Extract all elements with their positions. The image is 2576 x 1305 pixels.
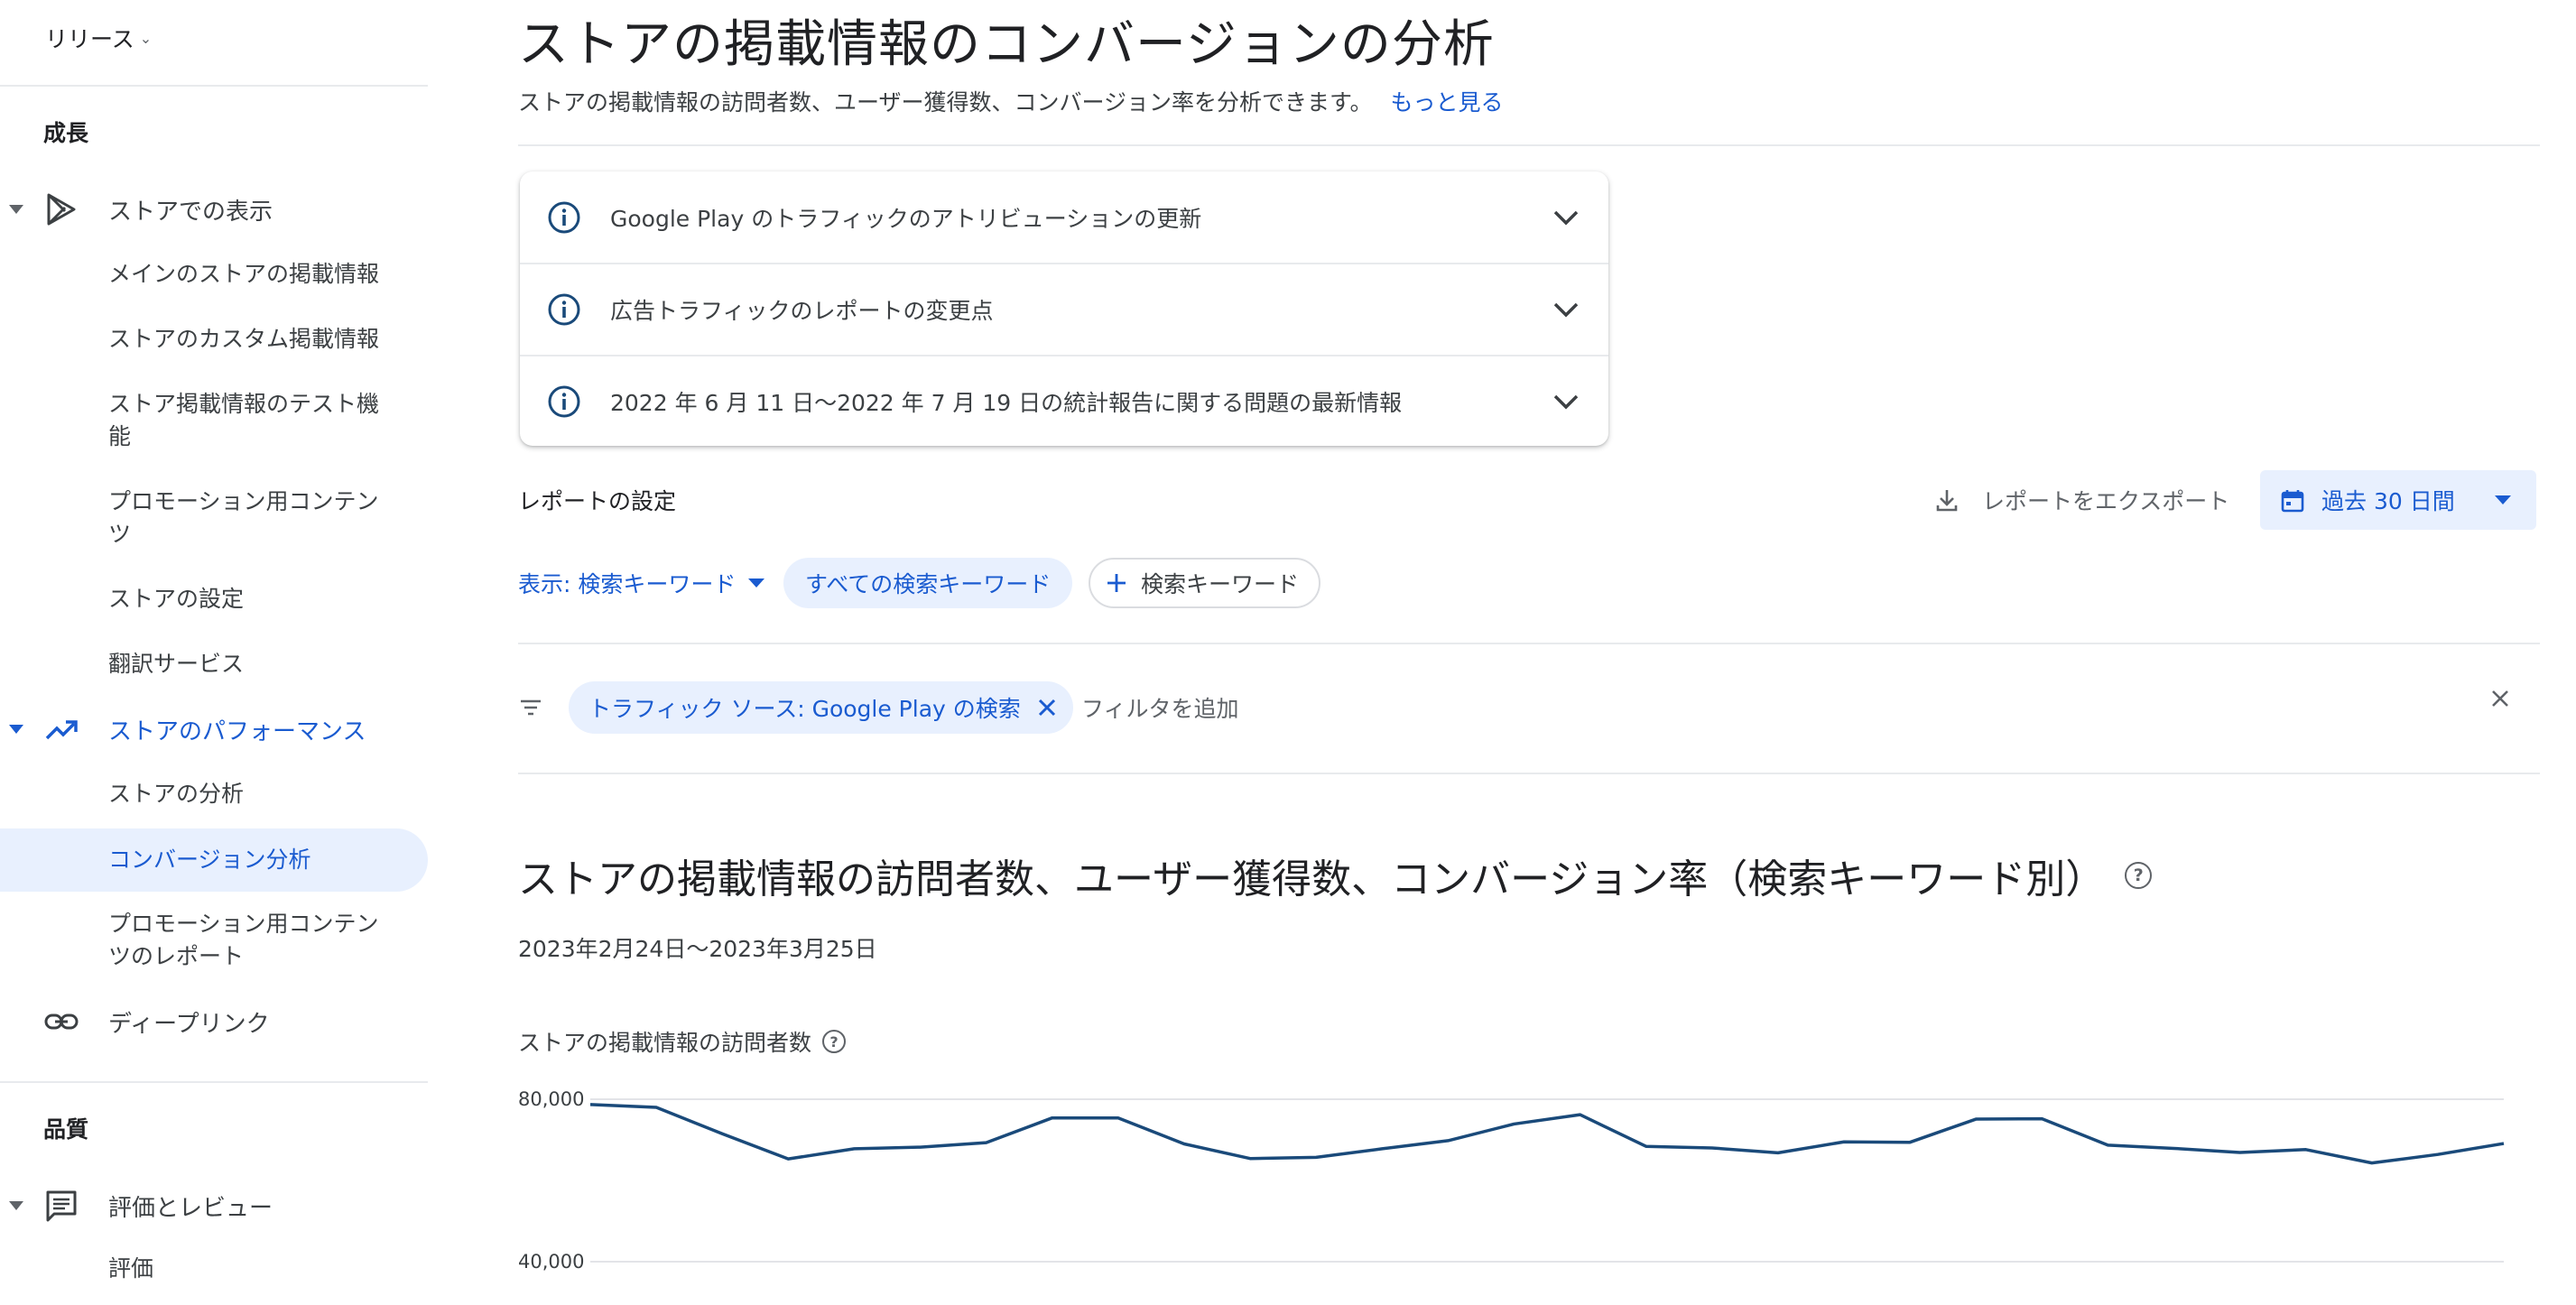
caret-down-icon — [9, 205, 23, 214]
divider — [0, 1081, 428, 1083]
notice-text: 2022 年 6 月 11 日〜2022 年 7 月 19 日の統計報告に関する… — [610, 385, 1402, 418]
chart-title: ストアの掲載情報の訪問者数 ? — [518, 1025, 846, 1058]
sidebar-item-store-performance[interactable]: ストアのパフォーマンス — [0, 700, 428, 758]
divider — [518, 773, 2540, 774]
sidebar-item-store-analysis[interactable]: ストアの分析 — [0, 778, 428, 810]
sidebar-item-listing-experiments[interactable]: ストア掲載情報のテスト機能 — [0, 388, 428, 453]
dropdown-arrow-icon — [2495, 495, 2511, 504]
sidebar-item-custom-listing[interactable]: ストアのカスタム掲載情報 — [0, 323, 428, 356]
chevron-down-icon — [1551, 202, 1581, 233]
section-title-text: ストアの掲載情報の訪問者数、ユーザー獲得数、コンバージョン率（検索キーワード別） — [518, 847, 2105, 904]
link-icon — [43, 1004, 79, 1040]
chevron-down-icon — [1551, 294, 1581, 325]
close-icon[interactable] — [1037, 698, 1057, 717]
notices-panel: Google Play のトラフィックのアトリビューションの更新 広告トラフィッ… — [520, 171, 1608, 446]
section-date-range: 2023年2月24日〜2023年3月25日 — [518, 931, 877, 964]
all-keywords-chip[interactable]: すべての検索キーワード — [783, 558, 1072, 608]
sidebar-item-main-listing[interactable]: メインのストアの掲載情報 — [0, 258, 428, 291]
filter-icon — [518, 695, 543, 720]
filter-chip-label: トラフィック ソース: Google Play の検索 — [588, 691, 1021, 724]
learn-more-link[interactable]: もっと見る — [1391, 89, 1504, 116]
dropdown-arrow-icon — [748, 578, 764, 588]
notice-text: 広告トラフィックのレポートの変更点 — [610, 293, 994, 326]
help-icon[interactable]: ? — [2125, 862, 2152, 889]
sidebar-item-label: ストアのパフォーマンス — [108, 713, 366, 746]
sidebar-item-deep-links[interactable]: ディープリンク — [0, 993, 428, 1050]
sidebar: リリース ⌄ 成長 ストアでの表示 メインのストアの掲載情報 ストアのカスタム掲… — [0, 0, 428, 1301]
sidebar-item-translation[interactable]: 翻訳サービス — [0, 648, 428, 680]
sidebar-item-store-settings[interactable]: ストアの設定 — [0, 583, 428, 615]
view-by-label: 表示: 検索キーワード — [518, 567, 736, 599]
y-tick-label: 40,000 — [518, 1251, 584, 1273]
release-menu[interactable]: リリース ⌄ — [45, 22, 152, 54]
series-line — [590, 1105, 2504, 1163]
trending-up-icon — [43, 711, 79, 747]
add-keyword-chip[interactable]: 検索キーワード — [1089, 558, 1320, 608]
date-range-label: 過去 30 日間 — [2321, 484, 2455, 516]
download-icon — [1935, 487, 1959, 513]
review-icon — [43, 1188, 79, 1224]
sidebar-item-label: 評価とレビュー — [108, 1189, 273, 1223]
notice-stats-issue[interactable]: 2022 年 6 月 11 日〜2022 年 7 月 19 日の統計報告に関する… — [520, 356, 1608, 446]
play-icon — [43, 191, 79, 227]
help-icon[interactable]: ? — [822, 1030, 846, 1053]
sidebar-item-ratings-reviews[interactable]: 評価とレビュー — [0, 1177, 428, 1235]
divider — [0, 85, 428, 87]
sidebar-item-promo-content[interactable]: プロモーション用コンテンツ — [0, 486, 428, 551]
page-title: ストアの掲載情報のコンバージョンの分析 — [518, 4, 1495, 77]
divider — [518, 144, 2540, 146]
calendar-icon — [2280, 488, 2305, 514]
growth-heading: 成長 — [43, 116, 88, 148]
report-settings-title: レポートの設定 — [518, 484, 676, 516]
page-subtitle: ストアの掲載情報の訪問者数、ユーザー獲得数、コンバージョン率を分析できます。もっ… — [518, 85, 1504, 117]
quality-heading: 品質 — [43, 1112, 88, 1144]
release-label: リリース — [45, 22, 134, 54]
view-by-dropdown[interactable]: 表示: 検索キーワード — [518, 567, 764, 599]
date-range-selector[interactable]: 過去 30 日間 — [2260, 470, 2536, 530]
sidebar-item-label: ストアでの表示 — [108, 193, 273, 227]
traffic-source-filter-chip[interactable]: トラフィック ソース: Google Play の検索 — [569, 681, 1073, 734]
caret-down-icon — [9, 725, 23, 734]
section-title: ストアの掲載情報の訪問者数、ユーザー獲得数、コンバージョン率（検索キーワード別）… — [518, 847, 2152, 904]
main-content: ストアの掲載情報のコンバージョンの分析 ストアの掲載情報の訪問者数、ユーザー獲得… — [518, 0, 2540, 1301]
chevron-down-icon — [1551, 386, 1581, 417]
info-icon — [547, 200, 581, 235]
caret-down-icon — [9, 1201, 23, 1210]
notice-text: Google Play のトラフィックのアトリビューションの更新 — [610, 201, 1201, 234]
clear-filters-icon[interactable] — [2489, 688, 2511, 709]
y-tick-label: 80,000 — [518, 1088, 584, 1110]
sidebar-item-promo-report[interactable]: プロモーション用コンテンツのレポート — [0, 908, 428, 973]
export-label: レポートをエクスポート — [1982, 484, 2229, 516]
notice-traffic-attribution[interactable]: Google Play のトラフィックのアトリビューションの更新 — [520, 171, 1608, 263]
add-filter-input[interactable]: フィルタを追加 — [1081, 691, 1239, 724]
sidebar-item-store-presence[interactable]: ストアでの表示 — [0, 180, 428, 238]
sidebar-item-conversion-analysis[interactable]: コンバージョン分析 — [0, 828, 428, 892]
line-chart: 80,000 40,000 — [518, 1074, 2540, 1301]
notice-ad-traffic[interactable]: 広告トラフィックのレポートの変更点 — [520, 264, 1608, 355]
sidebar-item-label: ディープリンク — [108, 1005, 270, 1039]
plus-icon — [1105, 571, 1128, 595]
divider — [518, 643, 2540, 644]
sidebar-item-ratings[interactable]: 評価 — [0, 1253, 428, 1285]
info-icon — [547, 384, 581, 419]
info-icon — [547, 292, 581, 327]
visitors-chart: 80,000 40,000 — [518, 1074, 2540, 1301]
chart-title-text: ストアの掲載情報の訪問者数 — [518, 1025, 811, 1058]
page-subtitle-text: ストアの掲載情報の訪問者数、ユーザー獲得数、コンバージョン率を分析できます。 — [518, 89, 1373, 116]
export-report-button[interactable]: レポートをエクスポート — [1935, 484, 2229, 516]
chevron-down-icon: ⌄ — [140, 30, 152, 47]
add-keyword-label: 検索キーワード — [1141, 567, 1299, 599]
